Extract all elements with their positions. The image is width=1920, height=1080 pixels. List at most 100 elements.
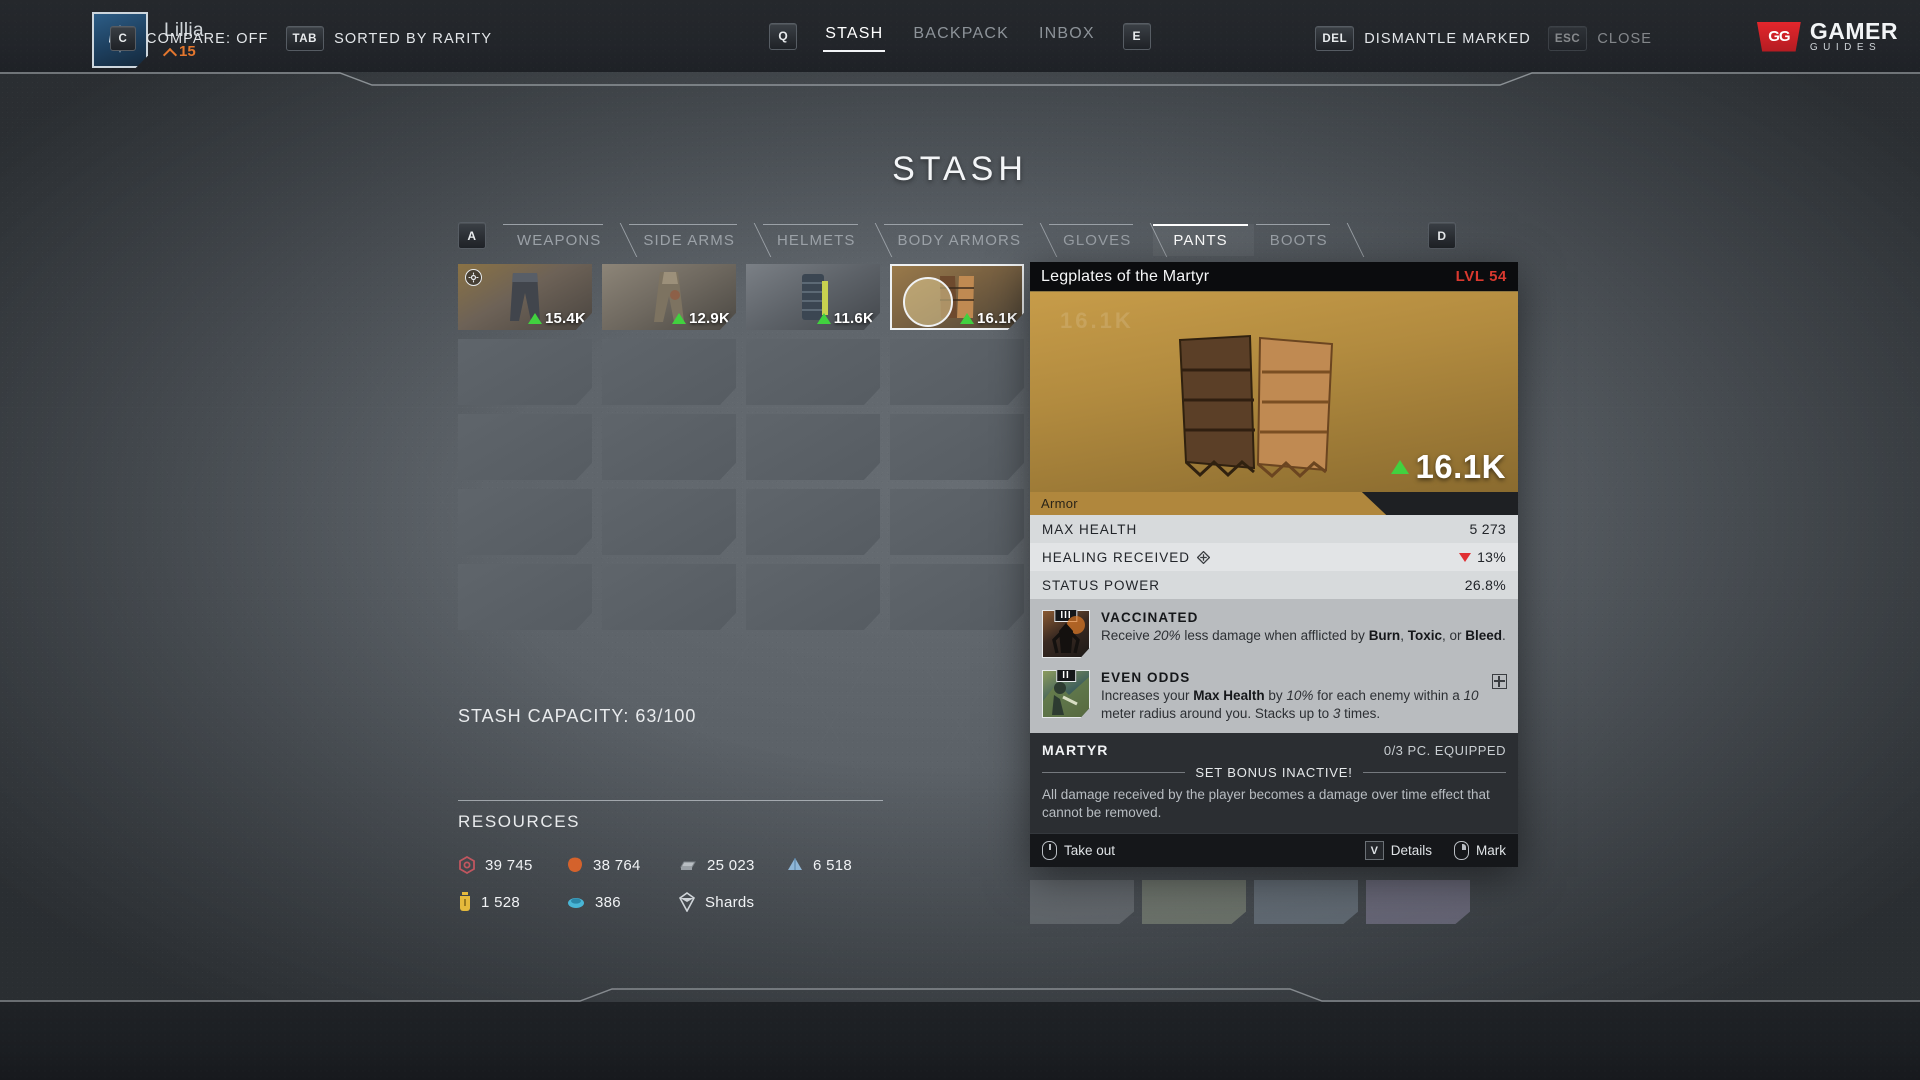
close-action[interactable]: ESC CLOSE <box>1547 26 1652 51</box>
new-item-icon <box>465 269 482 286</box>
set-pieces-equipped: 0/3 PC. EQUIPPED <box>1383 742 1506 758</box>
ghost-slot <box>1142 880 1246 924</box>
power-up-icon <box>671 313 686 324</box>
bottom-bar-left-actions: C COMPARE: OFF TAB SORTED BY RARITY <box>110 26 492 51</box>
perk-even-odds-icon: II <box>1042 670 1090 718</box>
details-button[interactable]: V Details <box>1364 841 1432 860</box>
bottom-bar-texture <box>0 1002 1920 1080</box>
item-power: 11.6K <box>816 310 874 327</box>
item-slot-empty[interactable] <box>890 414 1024 480</box>
category-prev-key[interactable]: A <box>458 222 486 249</box>
bottom-bar-right-actions: DEL DISMANTLE MARKED ESC CLOSE <box>1315 26 1652 51</box>
item-type-bar: Armor <box>1030 492 1387 515</box>
category-tab-helmets[interactable]: HELMETS <box>757 224 882 256</box>
perk-add-icon[interactable] <box>1492 674 1507 689</box>
item-slot-2[interactable]: 12.9K <box>602 264 736 330</box>
tab-stash[interactable]: STASH <box>823 21 886 52</box>
item-slot-empty[interactable] <box>890 339 1024 405</box>
take-out-button[interactable]: Take out <box>1042 841 1115 860</box>
stat-name: STATUS POWER <box>1042 577 1161 593</box>
resource-value: 1 528 <box>481 893 521 911</box>
category-tab-weapons[interactable]: WEAPONS <box>497 224 627 256</box>
item-slot-empty[interactable] <box>890 489 1024 555</box>
sort-toggle[interactable]: TAB SORTED BY RARITY <box>285 26 493 51</box>
dismantle-marked-action[interactable]: DEL DISMANTLE MARKED <box>1315 26 1530 51</box>
item-slot-empty[interactable] <box>458 414 592 480</box>
item-slot-empty[interactable] <box>458 564 592 630</box>
stat-name: MAX HEALTH <box>1042 521 1138 537</box>
details-key: V <box>1364 841 1384 860</box>
crystal-icon <box>788 858 802 870</box>
stat-value-text: 26.8% <box>1464 577 1506 593</box>
resources-divider <box>458 800 883 801</box>
stat-name: HEALING RECEIVED <box>1042 549 1191 565</box>
item-slot-empty[interactable] <box>602 414 736 480</box>
item-artwork: 16.1K 16.1K <box>1030 292 1518 492</box>
item-power-large: 16.1K <box>1391 448 1506 486</box>
resource-crystal: 6 518 <box>786 856 886 874</box>
category-tab-body-armors[interactable]: BODY ARMORS <box>878 224 1048 256</box>
item-slot-4[interactable]: 16.1K <box>890 264 1024 330</box>
stat-row-status-power: STATUS POWER 26.8% <box>1030 571 1518 599</box>
resource-value: 386 <box>595 893 621 911</box>
nav-next-key[interactable]: E <box>1122 22 1151 50</box>
power-up-icon <box>959 313 974 324</box>
item-slot-empty[interactable] <box>890 564 1024 630</box>
item-action-bar: Take out V Details Mark <box>1030 833 1518 867</box>
perk-even-odds[interactable]: II EVEN ODDS Increases your Max Health b… <box>1030 665 1518 729</box>
item-slot-empty[interactable] <box>746 564 880 630</box>
perk-vaccinated-icon: III <box>1042 610 1090 658</box>
dye-icon <box>568 898 584 908</box>
resource-shards: Shards <box>678 892 786 912</box>
item-slot-3[interactable]: 11.6K <box>746 264 880 330</box>
ghost-slot <box>1366 880 1470 924</box>
perk-art <box>1052 616 1085 654</box>
item-slot-empty[interactable] <box>602 339 736 405</box>
resource-ingot: 25 023 <box>678 857 786 874</box>
stash-capacity-label: STASH CAPACITY: 63/100 <box>458 706 697 726</box>
mouse-right-click-icon <box>1454 841 1469 860</box>
gamer-guides-logo: GG GAMER GUIDES <box>1756 20 1898 53</box>
tab-backpack[interactable]: BACKPACK <box>911 21 1011 52</box>
resource-value: 38 764 <box>593 856 641 874</box>
item-power-value: 15.4K <box>544 310 586 327</box>
stat-name-wrap: HEALING RECEIVED <box>1042 549 1211 565</box>
resource-leather: 38 764 <box>566 856 678 874</box>
mark-button[interactable]: Mark <box>1454 841 1506 860</box>
category-tab-pants[interactable]: PANTS <box>1153 224 1254 256</box>
stat-row-healing-received: HEALING RECEIVED 13% <box>1030 543 1518 571</box>
category-tab-gloves[interactable]: GLOVES <box>1043 224 1157 256</box>
set-description: All damage received by the player become… <box>1042 787 1490 820</box>
item-power-value: 16.1K <box>976 310 1018 327</box>
tab-inbox[interactable]: INBOX <box>1037 21 1097 52</box>
compare-key: C <box>110 26 136 51</box>
item-slot-empty[interactable] <box>458 339 592 405</box>
item-slot-empty[interactable] <box>746 489 880 555</box>
healing-diamond-icon <box>1197 550 1211 564</box>
logo-mark-icon: GG <box>1756 21 1801 52</box>
item-slot-empty[interactable] <box>458 489 592 555</box>
item-power: 16.1K <box>959 310 1018 327</box>
category-tab-boots[interactable]: BOOTS <box>1250 224 1354 256</box>
nav-prev-key[interactable]: Q <box>769 22 798 50</box>
item-slot-empty[interactable] <box>602 489 736 555</box>
sort-label: SORTED BY RARITY <box>334 30 493 47</box>
compare-toggle[interactable]: C COMPARE: OFF <box>110 26 269 51</box>
bottom-bar-edge-decoration <box>0 988 1920 1002</box>
item-grid: 15.4K 12.9K 11.6K 16.1K <box>458 264 1028 630</box>
item-detail-header: Legplates of the Martyr LVL 54 <box>1030 262 1518 292</box>
item-slot-empty[interactable] <box>602 564 736 630</box>
resource-vial: 1 528 <box>458 892 566 912</box>
set-name: MARTYR <box>1042 742 1109 758</box>
item-slot-empty[interactable] <box>746 339 880 405</box>
item-slot-empty[interactable] <box>746 414 880 480</box>
ingot-icon <box>680 861 696 870</box>
item-slot-1[interactable]: 15.4K <box>458 264 592 330</box>
perk-vaccinated[interactable]: III VACCINATED Receive 20% less damage w… <box>1030 605 1518 665</box>
scrap-icon <box>459 856 475 874</box>
category-tab-side-arms[interactable]: SIDE ARMS <box>623 224 761 256</box>
dismantle-key: DEL <box>1315 26 1355 51</box>
category-next-key[interactable]: D <box>1428 222 1456 249</box>
stat-value-text: 5 273 <box>1469 521 1506 537</box>
set-status: SET BONUS INACTIVE! <box>1195 765 1353 780</box>
